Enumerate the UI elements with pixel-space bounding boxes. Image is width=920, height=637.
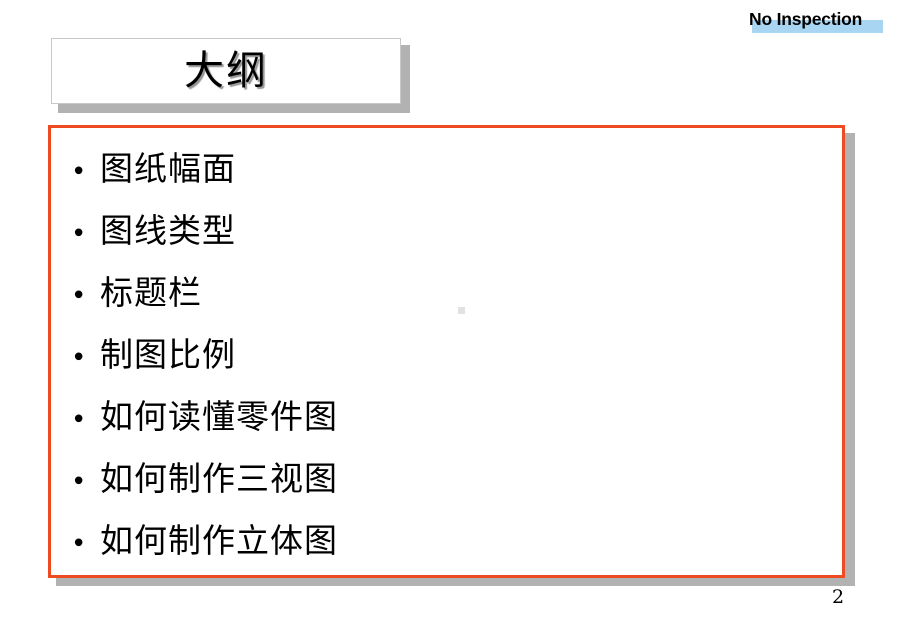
page-title: 大纲: [184, 48, 268, 94]
list-item: • 图纸幅面: [51, 138, 842, 200]
list-item: • 如何读懂零件图: [51, 386, 842, 448]
bullet-dot-icon: •: [71, 467, 87, 497]
list-item-label: 如何制作立体图: [100, 521, 338, 560]
list-item: • 图线类型: [51, 200, 842, 262]
list-item: • 如何制作立体图: [51, 510, 842, 572]
outline-bullet-list: • 图纸幅面 • 图线类型 • 标题栏 • 制图比例 • 如何读懂零件图 • 如…: [51, 138, 842, 572]
outline-content-box: • 图纸幅面 • 图线类型 • 标题栏 • 制图比例 • 如何读懂零件图 • 如…: [48, 125, 845, 578]
list-item-label: 标题栏: [100, 273, 202, 312]
no-inspection-watermark: No Inspection: [749, 7, 883, 35]
slide-title-box: 大纲: [51, 38, 401, 104]
list-item: • 如何制作三视图: [51, 448, 842, 510]
watermark-label: No Inspection: [749, 9, 863, 29]
bullet-dot-icon: •: [71, 281, 87, 311]
list-item-label: 图纸幅面: [100, 149, 236, 188]
list-item-label: 如何读懂零件图: [100, 397, 338, 436]
list-item-label: 如何制作三视图: [100, 459, 338, 498]
page-number: 2: [831, 586, 845, 608]
bullet-dot-icon: •: [71, 405, 87, 435]
bullet-dot-icon: •: [71, 219, 87, 249]
presentation-slide: No Inspection 大纲 • 图纸幅面 • 图线类型 • 标题栏 • 制…: [0, 0, 920, 637]
list-item: • 标题栏: [51, 262, 842, 324]
bullet-dot-icon: •: [71, 157, 87, 187]
list-item: • 制图比例: [51, 324, 842, 386]
bullet-dot-icon: •: [71, 343, 87, 373]
bullet-dot-icon: •: [71, 529, 87, 559]
list-item-label: 图线类型: [100, 211, 236, 250]
list-item-label: 制图比例: [100, 335, 236, 374]
center-artifact-mark: [458, 307, 465, 314]
